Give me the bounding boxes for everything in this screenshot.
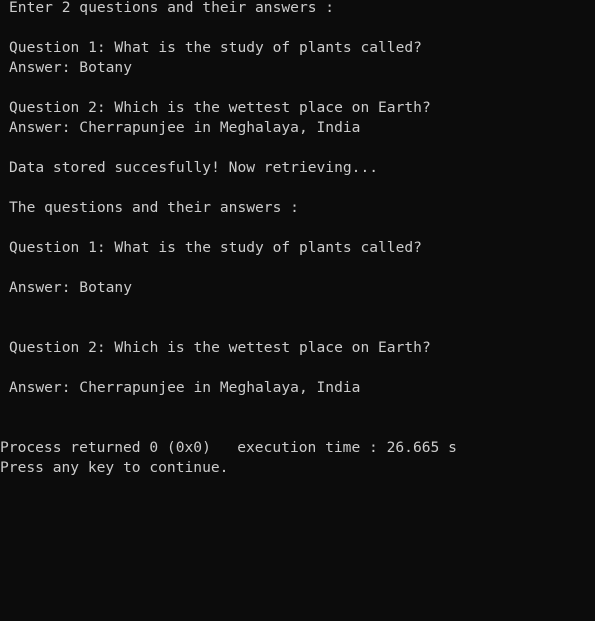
output-answer-1: Answer: Botany (9, 279, 133, 296)
output-question-2: Question 2: Which is the wettest place o… (9, 339, 431, 356)
input-answer-2: Answer: Cherrapunjee in Meghalaya, India (9, 119, 361, 136)
output-heading: The questions and their answers : (9, 199, 299, 216)
press-any-key: Press any key to continue. (0, 459, 229, 476)
process-returned: Process returned 0 (0x0) execution time … (0, 439, 457, 456)
input-answer-1: Answer: Botany (9, 59, 133, 76)
output-answer-2: Answer: Cherrapunjee in Meghalaya, India (9, 379, 361, 396)
status-stored: Data stored succesfully! Now retrieving.… (9, 159, 379, 176)
prompt-enter-questions: Enter 2 questions and their answers : (9, 0, 335, 16)
console-window[interactable]: Enter 2 questions and their answers : Qu… (0, 0, 595, 621)
input-question-2: Question 2: Which is the wettest place o… (9, 99, 431, 116)
input-question-1: Question 1: What is the study of plants … (9, 39, 422, 56)
output-question-1: Question 1: What is the study of plants … (9, 239, 422, 256)
